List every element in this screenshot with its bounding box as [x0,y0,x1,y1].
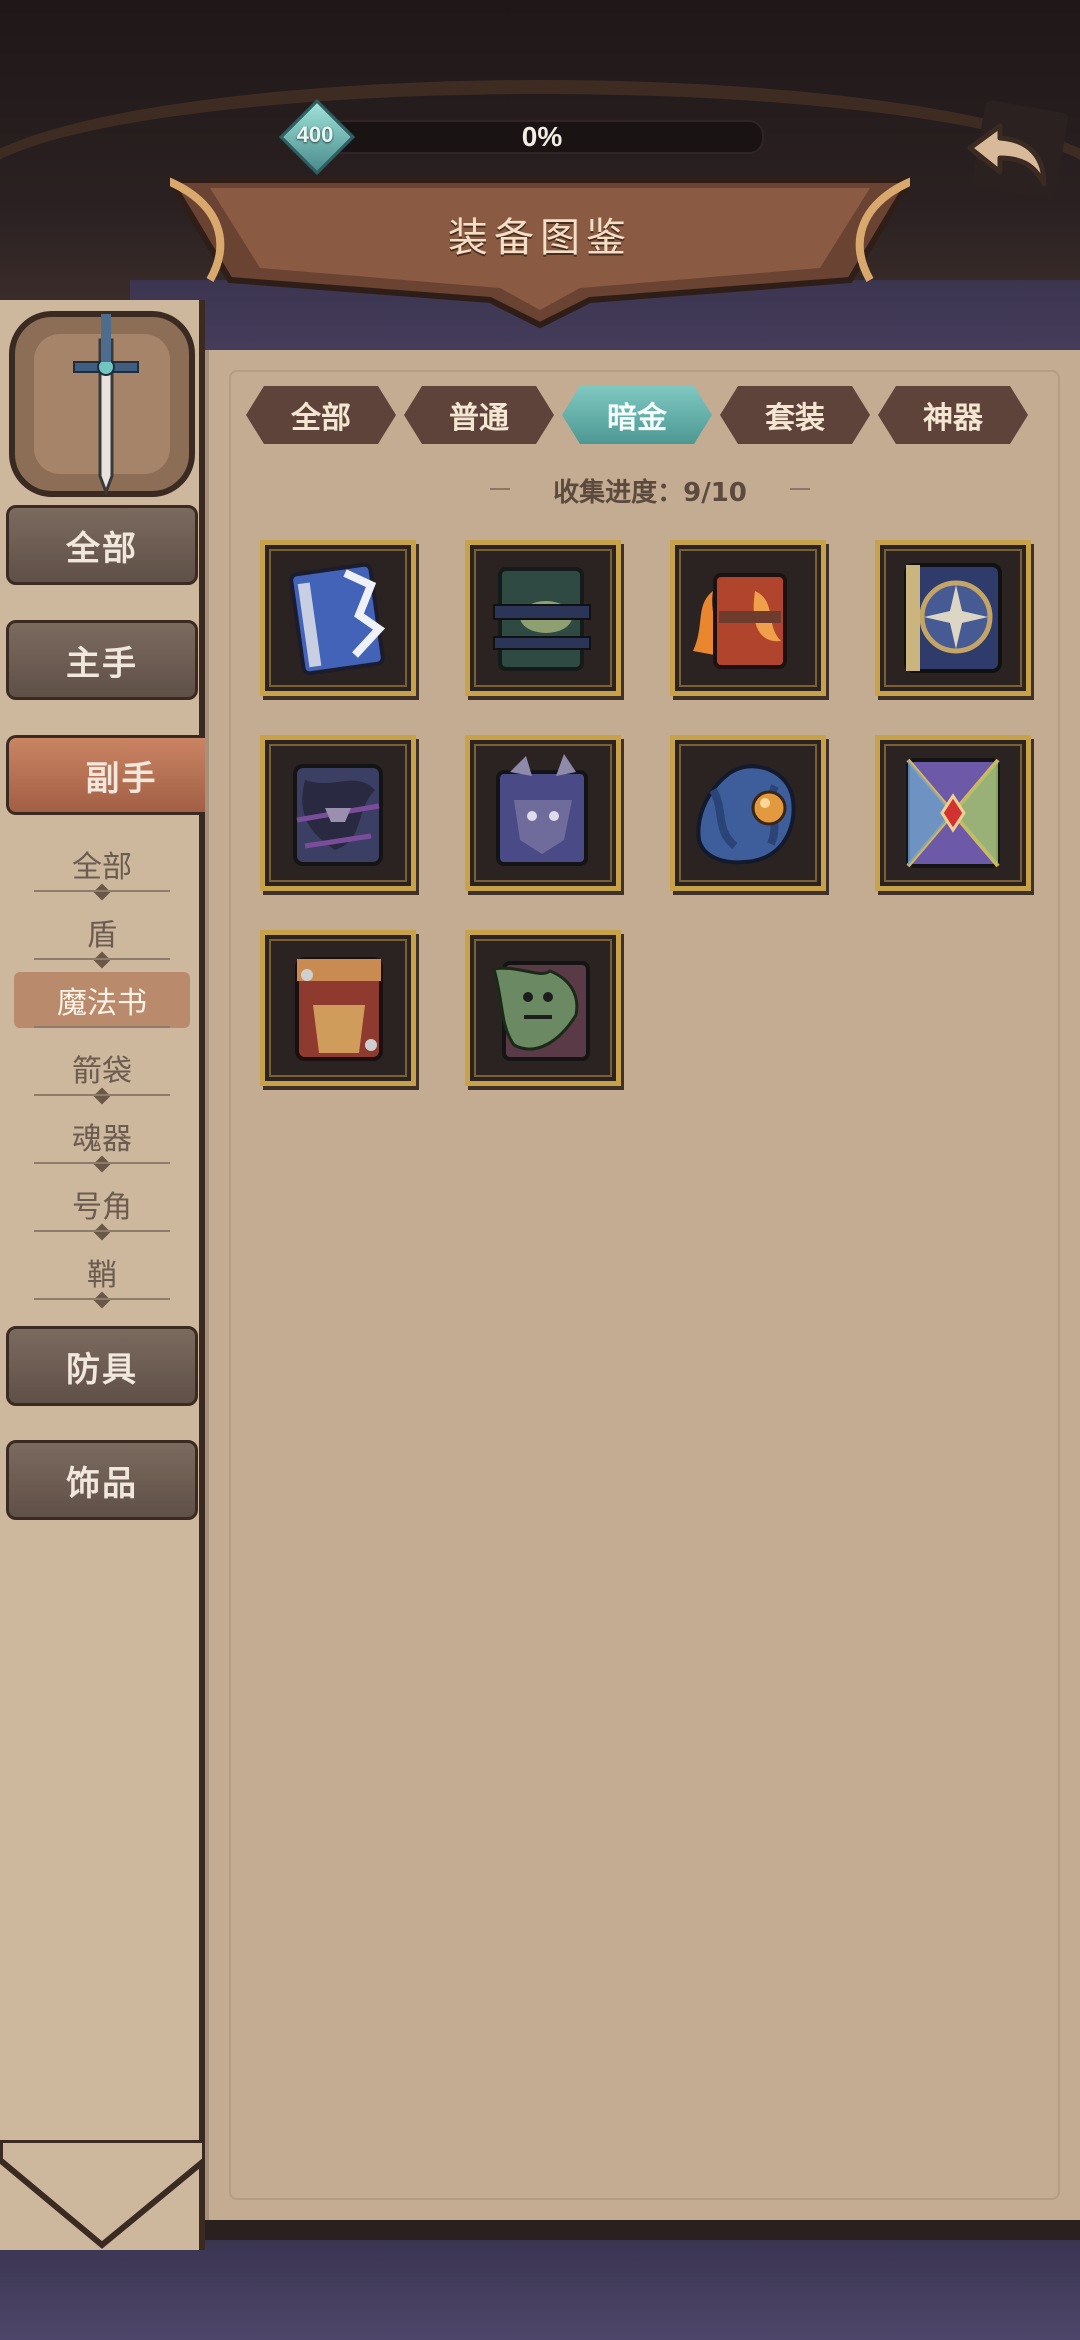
item-slot[interactable] [670,540,826,696]
collection-count: 收集进度：9/10 [490,470,810,510]
title-banner: 装备图鉴 [170,160,910,330]
category-main-hand[interactable]: 主手 [6,620,198,700]
item-slot[interactable] [260,930,416,1086]
item-slot[interactable] [465,540,621,696]
green-ghoul-book-icon [492,961,590,1061]
compass-star-book-icon [904,563,1002,673]
flaming-red-book-icon [693,573,787,669]
tab-normal[interactable]: 普通 [404,386,554,444]
item-slot[interactable] [465,930,621,1086]
blue-crystal-book-icon [289,562,386,676]
subcategory-label: 箭袋 [72,1054,132,1089]
category-armor[interactable]: 防具 [6,1326,198,1406]
progress-percent: 0% [521,121,563,152]
subcategory-quiver[interactable]: 箭袋 [14,1040,190,1105]
sword-icon [4,300,200,500]
collection-progress-bar: 0% 400 [278,98,764,176]
tab-artifact[interactable]: 神器 [878,386,1028,444]
item-slot[interactable] [875,735,1031,891]
sidebar-ornament [0,2137,208,2250]
subcategory-soul-vessel[interactable]: 魂器 [14,1108,190,1173]
subcategory-shield[interactable]: 盾 [14,904,190,969]
orb-tentacle-book-icon [696,764,796,865]
item-slot[interactable] [465,735,621,891]
subcategory-label: 鞘 [87,1258,117,1293]
category-accessory[interactable]: 饰品 [6,1440,198,1520]
level-value: 400 [296,122,334,147]
subcategory-label: 魔法书 [57,986,147,1021]
tab-set[interactable]: 套装 [720,386,870,444]
stained-glass-book-icon [906,758,1000,868]
shadow-thorn-book-icon [293,764,383,866]
collection-count-text: 收集进度：9/10 [553,477,747,508]
page-title: 装备图鉴 [448,215,632,261]
tab-dark-gold[interactable]: 暗金 [562,386,712,444]
subcategory-scabbard[interactable]: 鞘 [14,1244,190,1309]
subcategory-all[interactable]: 全部 [14,836,190,901]
item-slot[interactable] [260,540,416,696]
item-slot[interactable] [875,540,1031,696]
item-slot[interactable] [260,735,416,891]
bottom-banner [0,2240,1080,2340]
subcategory-spellbook[interactable]: 魔法书 [14,972,190,1028]
level-gem-icon: 400 [278,98,356,176]
tab-all[interactable]: 全部 [246,386,396,444]
rarity-tabs: 全部 普通 暗金 套装 神器 [246,386,1036,448]
subcategory-horn[interactable]: 号角 [14,1176,190,1241]
purple-horned-book-icon [496,754,588,866]
progress-track: 0% [320,120,764,154]
red-leather-book-icon [295,957,383,1061]
dark-green-bound-book-icon [493,567,591,671]
category-off-hand[interactable]: 副手 [6,735,234,815]
category-all[interactable]: 全部 [6,505,198,585]
item-slot[interactable] [670,735,826,891]
subcategory-label: 魂器 [72,1122,132,1157]
subcategory-label: 全部 [72,850,132,885]
subcategory-label: 号角 [72,1190,132,1225]
back-button[interactable] [960,96,1070,206]
back-arrow-icon [967,100,1069,200]
subcategory-label: 盾 [87,918,117,953]
